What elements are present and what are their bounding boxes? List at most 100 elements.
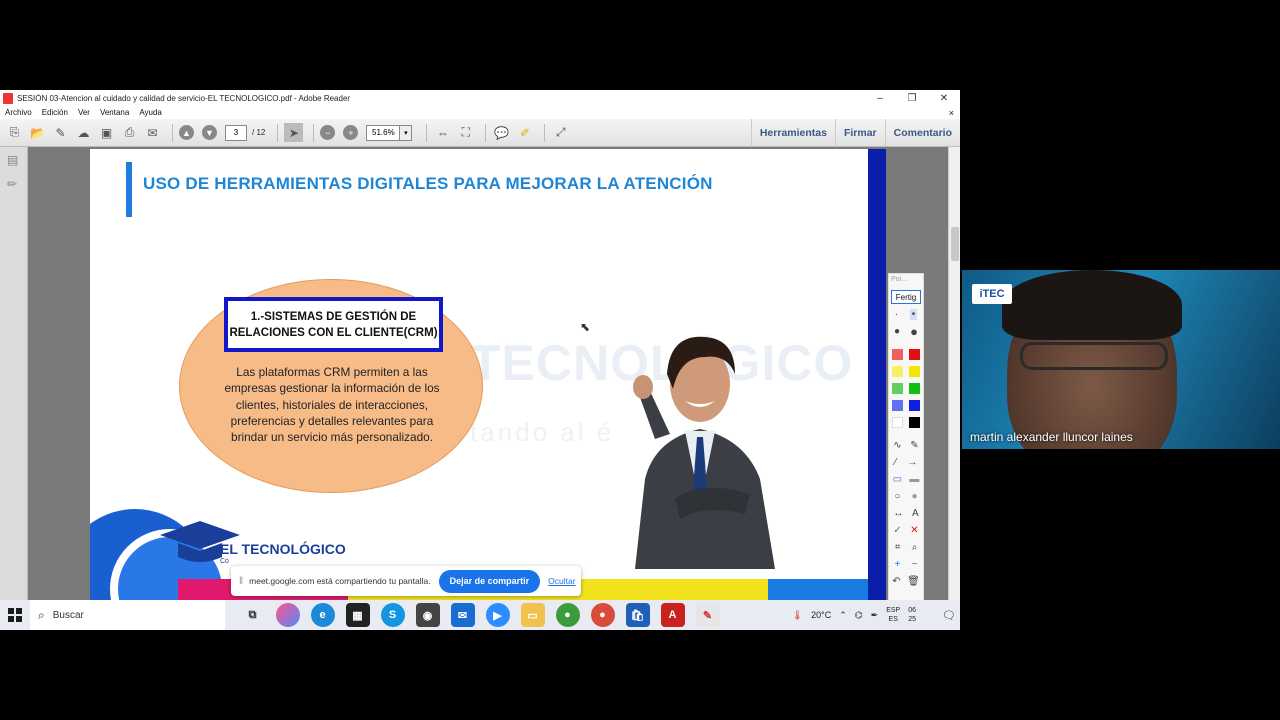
open-file-icon[interactable]: 📂 [28,123,47,142]
zoom-out-icon[interactable]: − [320,125,336,140]
temperature[interactable]: 20°C [811,610,831,620]
arrow-icon[interactable]: → [907,457,917,468]
color-swatch[interactable] [909,400,920,411]
skype-icon[interactable]: S [380,603,405,627]
check-icon[interactable]: ✓ [893,525,901,536]
plus-icon[interactable]: + [895,559,901,570]
palette-done-button[interactable]: Fertig [891,290,921,304]
edge-icon[interactable]: e [310,603,335,627]
select-cursor-icon[interactable]: ➤ [284,123,304,142]
fit-width-icon[interactable]: ⇔ [433,123,452,142]
pen-icon[interactable]: ✎ [910,440,918,451]
save-icon[interactable]: ▣ [97,123,116,142]
color-swatch[interactable] [909,366,920,377]
double-arrow-icon[interactable]: ↔ [893,508,903,519]
hide-bar-link[interactable]: Ocultar [548,576,575,586]
menu-ventana[interactable]: Ventana [100,108,129,117]
taskbar-search[interactable]: ⌕ Buscar [30,600,225,630]
participant-video-tile[interactable]: iTEC martin alexander lluncor laines [962,270,1280,449]
weather-icon[interactable]: 🌡 [792,610,803,621]
menu-ver[interactable]: Ver [78,108,90,117]
ellipse-icon[interactable]: ○ [894,491,900,502]
text-tool-icon[interactable]: A [912,508,919,519]
color-swatch[interactable] [909,349,920,360]
trash-icon[interactable]: 🗑 [907,576,920,587]
minimize-button[interactable]: – [864,93,896,104]
color-swatch[interactable] [909,383,920,394]
vertical-scrollbar[interactable] [948,147,960,600]
menu-edicion[interactable]: Edición [42,108,68,117]
rectangle-icon[interactable]: ▭ [893,474,902,485]
notifications-icon[interactable]: 🗨 [942,609,956,622]
previous-page-icon[interactable]: ▲ [179,125,194,140]
cloud-upload-icon[interactable]: ☁ [74,123,93,142]
chevron-down-icon[interactable]: ▾ [400,124,413,141]
zoom-level-input[interactable]: 51.6% [366,124,401,141]
xlarge-dot-icon[interactable]: ● [910,324,918,339]
tab-firmar[interactable]: Firmar [834,118,885,147]
minus-icon[interactable]: − [912,559,918,570]
file-explorer-icon[interactable]: ▭ [520,603,545,627]
print-icon[interactable]: ⎙ [120,123,139,142]
close-button[interactable]: ✕ [928,93,960,104]
large-dot-icon[interactable]: ● [894,326,900,337]
restore-button[interactable]: ❐ [896,93,928,104]
zoom-app-icon[interactable]: ▶ [485,603,510,627]
camera-icon[interactable]: ◉ [415,603,440,627]
zoom-tool-icon[interactable]: ⌕ [912,542,918,553]
task-view-icon[interactable]: ⧉ [241,603,265,627]
fullscreen-icon[interactable]: ⤢ [551,123,570,142]
page-number-input[interactable]: 3 [225,124,247,141]
chevron-up-icon[interactable]: ⌃ [839,610,847,621]
comment-icon[interactable]: 💬 [492,123,511,142]
menu-ayuda[interactable]: Ayuda [139,108,162,117]
small-dot-icon[interactable]: · [895,309,898,320]
next-page-icon[interactable]: ▼ [202,125,217,140]
page-thumbnails-icon[interactable]: ▤ [7,153,21,167]
copilot-icon[interactable] [275,603,300,627]
tab-herramientas[interactable]: Herramientas [750,118,835,147]
filled-rectangle-icon[interactable]: ▬ [909,474,919,485]
color-swatch[interactable] [892,349,903,360]
attachment-icon[interactable]: ✏ [7,177,21,191]
color-swatch[interactable] [892,400,903,411]
clock[interactable]: 06 25 [908,606,916,624]
crm-title-box: 1.-SISTEMAS DE GESTIÓN DE RELACIONES CON… [224,297,443,352]
freehand-icon[interactable]: ∿ [893,440,901,451]
apps-grid-icon[interactable]: ▦ [345,603,370,627]
document-area[interactable]: USO DE HERRAMIENTAS DIGITALES PARA MEJOR… [28,147,948,600]
paint-icon[interactable]: ✎ [695,603,720,627]
zoom-in-icon[interactable]: + [343,125,359,140]
undo-icon[interactable]: ↶ [892,576,900,587]
line-icon[interactable]: ⁄ [895,457,897,468]
mail-icon[interactable]: ✉ [450,603,475,627]
crop-icon[interactable]: ⌗ [895,542,901,553]
edit-icon[interactable]: ✎ [51,123,70,142]
create-pdf-icon[interactable]: ⎘ [5,123,24,142]
filled-ellipse-icon[interactable]: ● [911,491,917,502]
language-indicator[interactable]: ESP ES [886,606,900,624]
windows-start-icon[interactable] [0,600,30,630]
chrome-icon[interactable]: ● [555,603,580,627]
chrome-profile-icon[interactable]: ● [590,603,615,627]
drag-handle-icon[interactable]: ‖ [239,576,243,587]
network-icon[interactable]: ⌬ [855,610,863,621]
tab-comentario[interactable]: Comentario [884,118,960,147]
highlight-icon[interactable]: ✐ [515,123,534,142]
stop-sharing-button[interactable]: Dejar de compartir [438,569,541,593]
email-icon[interactable]: ✉ [143,123,162,142]
cross-icon[interactable]: ✕ [910,525,918,536]
color-swatch[interactable] [909,417,920,428]
adobe-reader-icon[interactable]: A [660,603,685,627]
search-placeholder: Buscar [52,609,84,621]
close-document-button[interactable]: × [949,108,954,118]
color-swatch[interactable] [892,383,903,394]
medium-dot-icon[interactable]: • [909,309,918,320]
menu-archivo[interactable]: Archivo [5,108,32,117]
pen-tray-icon[interactable]: ✒ [871,610,879,621]
store-icon[interactable]: 🛍 [625,603,650,627]
fit-page-icon[interactable]: ⛶ [456,123,475,142]
scrollbar-thumb[interactable] [951,227,959,261]
color-swatch[interactable] [892,417,903,428]
color-swatch[interactable] [892,366,903,377]
